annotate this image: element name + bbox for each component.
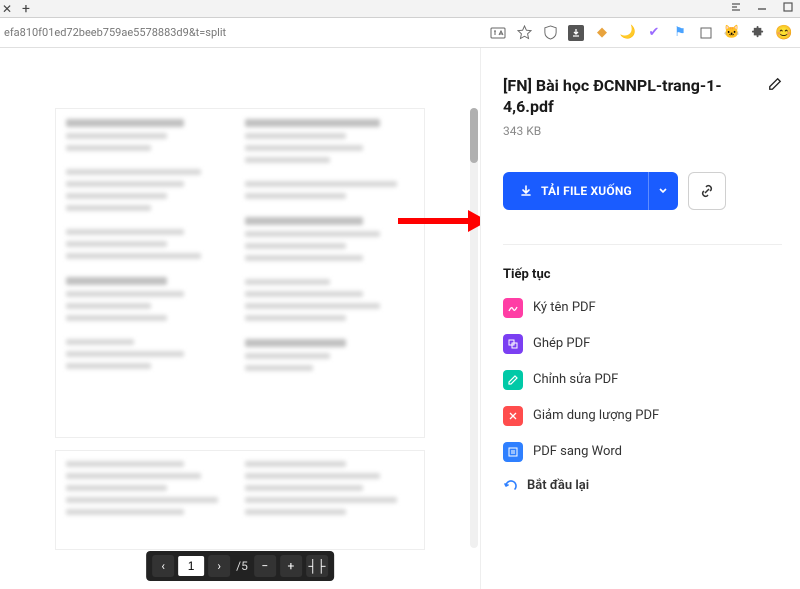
window-dock-icon[interactable] [730, 1, 742, 13]
compress-icon [503, 406, 523, 426]
new-tab-button[interactable]: + [20, 3, 32, 15]
bookmark-star-icon[interactable] [516, 25, 532, 41]
page-navigator: ‹ › /5 − + ┤├ [146, 551, 334, 581]
tool-compress-pdf[interactable]: Giảm dung lượng PDF [503, 406, 782, 426]
download-icon [519, 184, 533, 198]
tool-pdf-to-word[interactable]: PDF sang Word [503, 442, 782, 462]
url-text: efa810f01ed72beeb759ae5578883d9&t=split [4, 26, 484, 39]
pdf-page-thumbnail[interactable] [55, 450, 425, 550]
file-info-panel: [FN] Bài học ĐCNNPL-trang-1-4,6.pdf 343 … [480, 48, 800, 589]
word-icon [503, 442, 523, 462]
extensions-puzzle-icon[interactable] [750, 25, 766, 41]
zoom-in-button[interactable]: + [280, 555, 302, 577]
file-size: 343 KB [503, 124, 782, 138]
tab-close-button[interactable]: ✕ [2, 4, 12, 14]
main-content: ‹ › /5 − + ┤├ [FN] Bài học ĐCNNPL-trang-… [0, 48, 800, 589]
address-bar: efa810f01ed72beeb759ae5578883d9&t=split … [0, 18, 800, 48]
page-total-label: /5 [234, 559, 250, 573]
tool-label: Ký tên PDF [533, 300, 596, 315]
translate-icon[interactable] [490, 25, 506, 41]
tool-edit-pdf[interactable]: Chỉnh sửa PDF [503, 370, 782, 390]
moon-icon[interactable]: 🌙 [620, 25, 636, 41]
window-minimize-icon[interactable] [756, 1, 768, 13]
fit-width-button[interactable]: ┤├ [306, 555, 328, 577]
file-name: [FN] Bài học ĐCNNPL-trang-1-4,6.pdf [503, 76, 762, 118]
rename-pencil-icon[interactable] [768, 76, 782, 97]
restart-label: Bắt đầu lại [527, 478, 589, 493]
chevron-down-icon [658, 186, 668, 196]
tool-sign-pdf[interactable]: Ký tên PDF [503, 298, 782, 318]
pdf-page-thumbnail[interactable] [55, 108, 425, 438]
file-name-row: [FN] Bài học ĐCNNPL-trang-1-4,6.pdf [503, 76, 782, 118]
tool-list: Ký tên PDF Ghép PDF Chỉnh sửa PDF Giảm d… [503, 298, 782, 462]
tool-label: Ghép PDF [533, 336, 590, 351]
browser-tabbar: ✕ + [0, 0, 800, 18]
zoom-out-button[interactable]: − [254, 555, 276, 577]
edit-icon [503, 370, 523, 390]
tool-label: Giảm dung lượng PDF [533, 408, 659, 423]
restart-button[interactable]: Bắt đầu lại [503, 478, 782, 494]
prev-page-button[interactable]: ‹ [152, 555, 174, 577]
pdf-preview-pane: ‹ › /5 − + ┤├ [0, 48, 480, 589]
link-icon [699, 183, 715, 199]
preview-scrollbar[interactable] [470, 108, 478, 548]
window-controls [730, 1, 794, 13]
download-button[interactable]: TẢI FILE XUỐNG [503, 172, 678, 210]
tool-merge-pdf[interactable]: Ghép PDF [503, 334, 782, 354]
page-number-input[interactable] [178, 556, 204, 576]
ext-flag-icon[interactable]: ⚑ [672, 25, 688, 41]
restart-icon [503, 478, 519, 494]
ext-square-icon[interactable] [698, 25, 714, 41]
ext-cat-icon[interactable]: 🐱 [724, 25, 740, 41]
download-label: TẢI FILE XUỐNG [541, 184, 632, 198]
continue-heading: Tiếp tục [503, 267, 782, 282]
tool-label: Chỉnh sửa PDF [533, 372, 618, 387]
ext-check-icon[interactable]: ✔ [646, 25, 662, 41]
copy-link-button[interactable] [688, 172, 726, 210]
shield-icon[interactable] [542, 25, 558, 41]
profile-avatar-icon[interactable]: 😊 [776, 25, 792, 41]
merge-icon [503, 334, 523, 354]
ext-dot-icon[interactable]: ◆ [594, 25, 610, 41]
tool-label: PDF sang Word [533, 444, 622, 459]
next-page-button[interactable]: › [208, 555, 230, 577]
window-maximize-icon[interactable] [782, 1, 794, 13]
section-divider [503, 244, 782, 245]
download-dropdown-button[interactable] [648, 172, 678, 210]
download-icon[interactable] [568, 25, 584, 41]
sign-icon [503, 298, 523, 318]
preview-scrollbar-thumb[interactable] [470, 108, 478, 163]
